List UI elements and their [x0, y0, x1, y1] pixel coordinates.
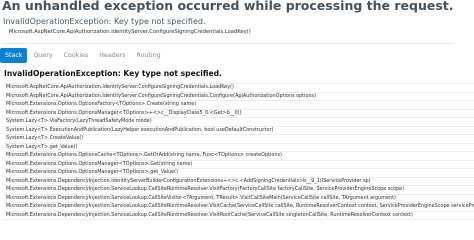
stack-frame[interactable]: System.Lazy<T>.CreateValue() — [4, 135, 474, 144]
stack-frame[interactable]: Microsoft.Extensions.Options.OptionsCach… — [4, 152, 474, 161]
tab-stack[interactable]: Stack — [0, 48, 28, 63]
stack-frame[interactable]: System.Lazy<T>.get_Value() — [4, 144, 474, 152]
tab-query[interactable]: Query — [28, 48, 57, 63]
stack-frame[interactable]: Microsoft.Extensions.Options.OptionsMana… — [4, 110, 474, 118]
tab-headers[interactable]: Headers — [94, 48, 130, 63]
exception-header: InvalidOperationException: Key type not … — [4, 69, 222, 78]
exception-location: Microsoft.AspNetCore.ApiAuthorization.Id… — [9, 29, 251, 35]
stack-frame[interactable]: Microsoft.Extensions.Options.OptionsMana… — [4, 169, 474, 178]
tab-cookies[interactable]: Cookies — [59, 48, 94, 63]
stack-frame[interactable]: Microsoft.Extensions.DependencyInjection… — [4, 178, 474, 186]
divider — [2, 43, 454, 44]
error-page: An unhandled exception occurred while pr… — [0, 0, 474, 239]
stack-frame[interactable]: Microsoft.AspNetCore.ApiAuthorization.Id… — [4, 83, 474, 93]
stack-frame[interactable]: Microsoft.Extensions.DependencyInjection… — [4, 195, 474, 203]
stack-frame[interactable]: Microsoft.Extensions.Options.OptionsMana… — [4, 161, 474, 169]
tab-routing[interactable]: Routing — [131, 48, 165, 63]
tab-bar: Stack Query Cookies Headers Routing — [0, 48, 167, 63]
stack-frame[interactable]: Microsoft.Extensions.Options.OptionsFact… — [4, 101, 474, 110]
exception-summary: InvalidOperationException: Key type not … — [3, 17, 206, 26]
page-title: An unhandled exception occurred while pr… — [2, 0, 454, 13]
stack-frame[interactable]: System.Lazy<T>.ExecutionAndPublication(L… — [4, 127, 474, 135]
stack-frame[interactable]: Microsoft.Extensions.DependencyInjection… — [4, 203, 474, 212]
stack-frame-list: Microsoft.AspNetCore.ApiAuthorization.Id… — [4, 83, 474, 220]
stack-frame[interactable]: Microsoft.Extensions.DependencyInjection… — [4, 212, 474, 220]
stack-frame[interactable]: Microsoft.Extensions.DependencyInjection… — [4, 186, 474, 195]
stack-frame[interactable]: System.Lazy<T>.ViaFactory(LazyThreadSafe… — [4, 118, 474, 127]
stack-frame[interactable]: Microsoft.AspNetCore.ApiAuthorization.Id… — [4, 93, 474, 101]
